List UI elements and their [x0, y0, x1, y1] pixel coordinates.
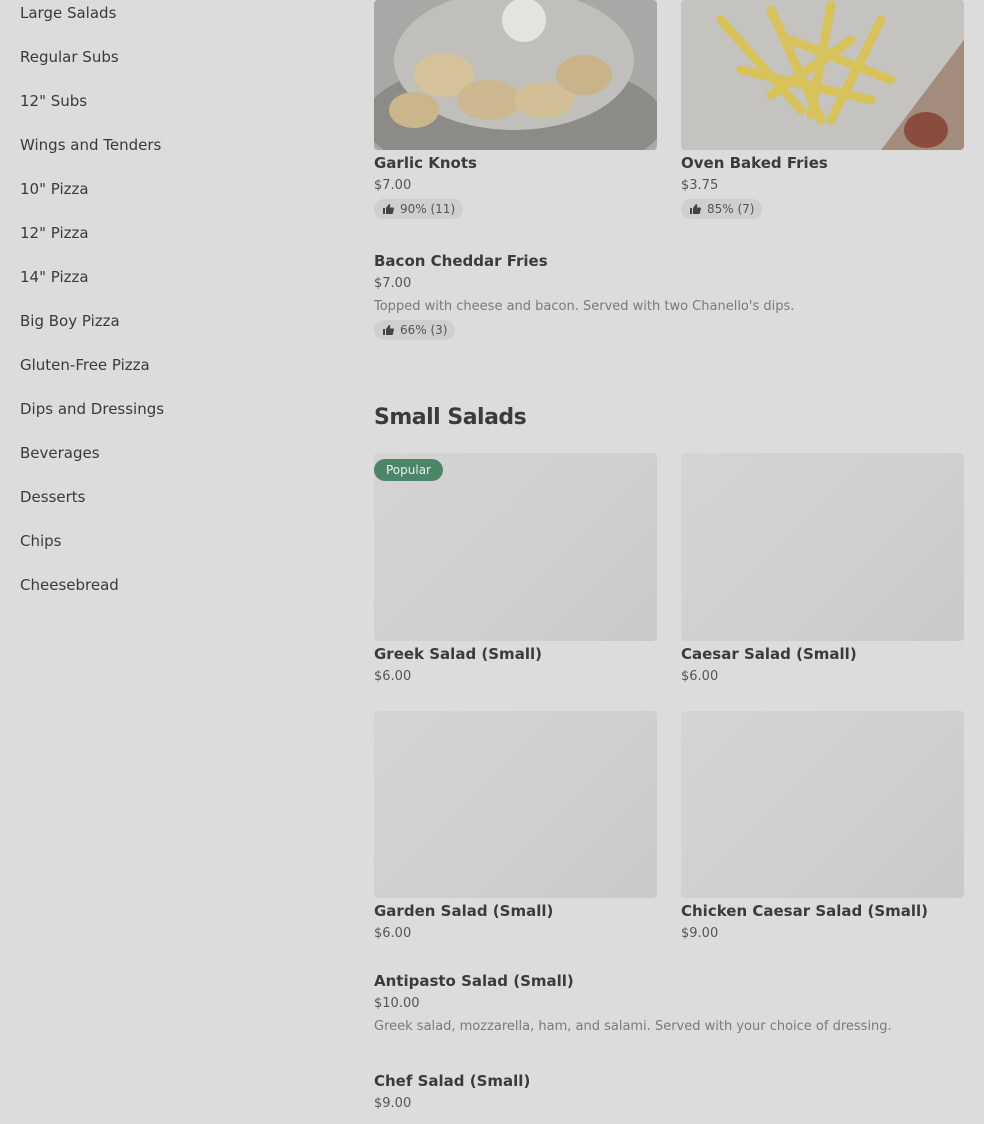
item-name: Antipasto Salad (Small): [374, 972, 574, 990]
item-description: Topped with cheese and bacon. Served wit…: [374, 299, 795, 314]
sidebar-item-regular-subs[interactable]: Regular Subs: [20, 48, 119, 66]
sidebar-item-14-pizza[interactable]: 14" Pizza: [20, 268, 89, 286]
item-name: Garden Salad (Small): [374, 902, 554, 920]
rating-text: 66% (3): [400, 323, 448, 337]
menu-item-card[interactable]: Popular Greek Salad (Small) $6.00: [374, 453, 657, 684]
thumbs-up-icon: [383, 325, 394, 335]
rating-badge: 85% (7): [681, 199, 763, 219]
item-name: Chef Salad (Small): [374, 1072, 531, 1090]
item-name: Caesar Salad (Small): [681, 645, 857, 663]
sidebar-item-12-subs[interactable]: 12" Subs: [20, 92, 87, 110]
item-price: $7.00: [374, 276, 412, 291]
item-price: $7.00: [374, 178, 412, 193]
sidebar-item-chips[interactable]: Chips: [20, 532, 61, 550]
item-price: $9.00: [681, 926, 719, 941]
item-image-placeholder: [681, 711, 964, 898]
item-price: $6.00: [681, 669, 719, 684]
sidebar-item-desserts[interactable]: Desserts: [20, 488, 86, 506]
thumbs-up-icon: [383, 204, 394, 214]
menu-item-card[interactable]: Chicken Caesar Salad (Small) $9.00: [681, 711, 964, 941]
sidebar-item-12-pizza[interactable]: 12" Pizza: [20, 224, 89, 242]
item-price: $6.00: [374, 926, 412, 941]
sidebar-item-10-pizza[interactable]: 10" Pizza: [20, 180, 89, 198]
item-price: $3.75: [681, 178, 719, 193]
fries-photo: [681, 0, 964, 150]
sidebar-item-gluten-free-pizza[interactable]: Gluten-Free Pizza: [20, 356, 150, 374]
menu-item-row[interactable]: Chef Salad (Small) $9.00: [374, 1068, 964, 1111]
sidebar-item-beverages[interactable]: Beverages: [20, 444, 100, 462]
item-name: Garlic Knots: [374, 154, 477, 172]
garlic-knots-photo: [374, 0, 657, 150]
item-name: Greek Salad (Small): [374, 645, 542, 663]
popular-badge: Popular: [374, 459, 443, 481]
item-image-placeholder: Popular: [374, 453, 657, 641]
menu-item-card[interactable]: Oven Baked Fries $3.75 85% (7): [681, 0, 964, 219]
sidebar-item-cheesebread[interactable]: Cheesebread: [20, 576, 119, 594]
item-price: $6.00: [374, 669, 412, 684]
menu-item-card[interactable]: Caesar Salad (Small) $6.00: [681, 453, 964, 684]
item-image-placeholder: [681, 453, 964, 641]
item-price: $10.00: [374, 996, 420, 1011]
sidebar-item-wings-tenders[interactable]: Wings and Tenders: [20, 136, 161, 154]
menu-item-row[interactable]: Bacon Cheddar Fries $7.00 Topped with ch…: [374, 248, 964, 340]
rating-badge: 66% (3): [374, 320, 456, 340]
thumbs-up-icon: [690, 204, 701, 214]
item-image-placeholder: [374, 711, 657, 898]
item-name: Bacon Cheddar Fries: [374, 252, 548, 270]
menu-item-card[interactable]: Garlic Knots $7.00 90% (11): [374, 0, 657, 219]
rating-text: 85% (7): [707, 202, 755, 216]
rating-badge: 90% (11): [374, 199, 464, 219]
rating-text: 90% (11): [400, 202, 456, 216]
item-description: Greek salad, mozzarella, ham, and salami…: [374, 1019, 892, 1034]
menu-item-row[interactable]: Antipasto Salad (Small) $10.00 Greek sal…: [374, 968, 964, 1034]
item-name: Oven Baked Fries: [681, 154, 828, 172]
sidebar-item-big-boy-pizza[interactable]: Big Boy Pizza: [20, 312, 120, 330]
item-name: Chicken Caesar Salad (Small): [681, 902, 929, 920]
section-title: Small Salads: [374, 405, 527, 430]
sidebar-item-large-salads[interactable]: Large Salads: [20, 4, 116, 22]
item-price: $9.00: [374, 1096, 412, 1111]
menu-item-card[interactable]: Garden Salad (Small) $6.00: [374, 711, 657, 941]
sidebar-item-dips-dressings[interactable]: Dips and Dressings: [20, 400, 164, 418]
